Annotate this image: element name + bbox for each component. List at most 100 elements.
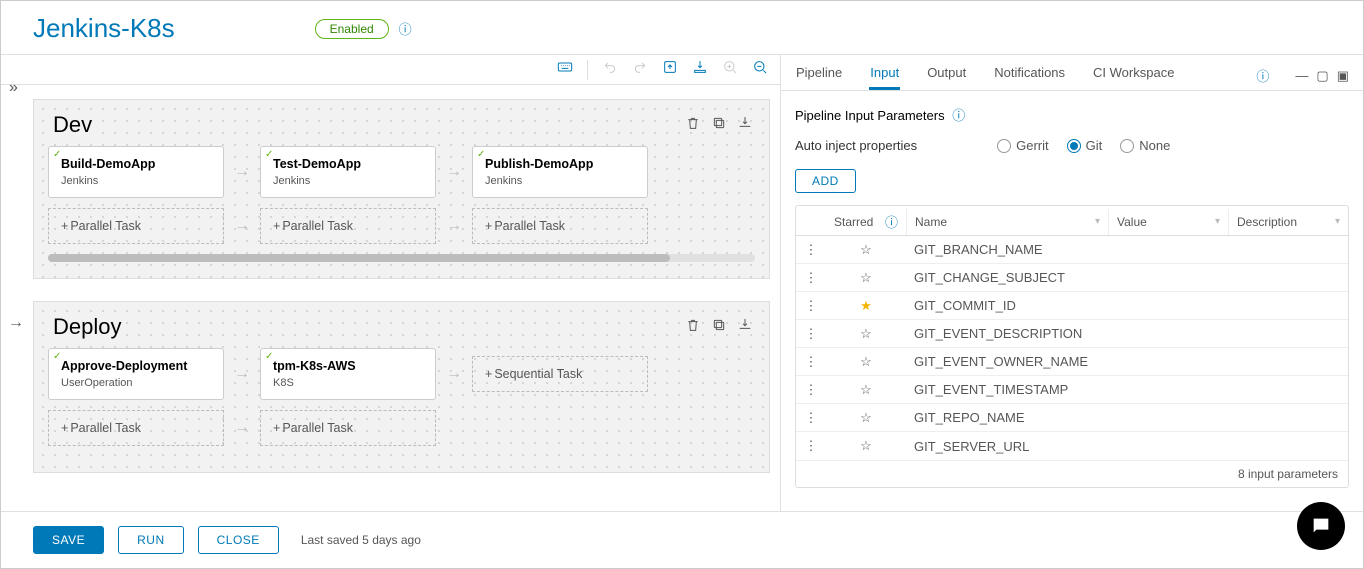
star-icon[interactable]: ★ bbox=[826, 294, 906, 318]
trash-icon[interactable] bbox=[685, 317, 701, 337]
parallel-task-placeholder[interactable]: +Parallel Task bbox=[472, 208, 648, 244]
table-row[interactable]: ⋮☆GIT_SERVER_URL bbox=[796, 432, 1348, 460]
collapse-sidebar-icon[interactable]: » bbox=[9, 79, 18, 97]
info-icon[interactable]: ⓘ bbox=[885, 212, 898, 231]
undo-icon[interactable] bbox=[602, 59, 618, 80]
cell-name: GIT_EVENT_DESCRIPTION bbox=[906, 322, 1108, 345]
tab-ci-workspace[interactable]: CI Workspace bbox=[1092, 61, 1175, 90]
cell-description bbox=[1228, 274, 1348, 282]
run-button[interactable]: RUN bbox=[118, 526, 184, 554]
cell-value bbox=[1108, 274, 1228, 282]
row-menu-icon[interactable]: ⋮ bbox=[796, 406, 826, 430]
column-starred[interactable]: Starred ⓘ bbox=[826, 206, 906, 237]
star-icon[interactable]: ☆ bbox=[826, 266, 906, 290]
tab-output[interactable]: Output bbox=[926, 61, 967, 90]
row-menu-icon[interactable]: ⋮ bbox=[796, 266, 826, 290]
close-button[interactable]: CLOSE bbox=[198, 526, 279, 554]
info-icon[interactable]: ⓘ bbox=[399, 19, 412, 38]
export-icon[interactable] bbox=[662, 59, 678, 80]
parallel-task-placeholder[interactable]: +Parallel Task bbox=[260, 208, 436, 244]
save-button[interactable]: SAVE bbox=[33, 526, 104, 554]
task-card[interactable]: ✓Approve-DeploymentUserOperation bbox=[48, 348, 224, 400]
parallel-task-placeholder[interactable]: +Parallel Task bbox=[48, 410, 224, 446]
row-menu-icon[interactable]: ⋮ bbox=[796, 294, 826, 318]
arrow-icon: → bbox=[442, 217, 466, 235]
trash-icon[interactable] bbox=[685, 115, 701, 135]
pipeline-canvas[interactable]: Dev✓Build-DemoAppJenkins→✓Test-DemoAppJe… bbox=[1, 85, 780, 511]
info-icon[interactable]: ⓘ bbox=[952, 108, 965, 123]
zoom-in-icon[interactable] bbox=[722, 59, 738, 80]
table-row[interactable]: ⋮☆GIT_EVENT_DESCRIPTION bbox=[796, 320, 1348, 348]
cell-value bbox=[1108, 330, 1228, 338]
table-row[interactable]: ⋮☆GIT_BRANCH_NAME bbox=[796, 236, 1348, 264]
star-icon[interactable]: ☆ bbox=[826, 238, 906, 262]
chat-bubble-icon[interactable] bbox=[1297, 502, 1345, 550]
star-icon[interactable]: ☆ bbox=[826, 378, 906, 402]
tab-notifications[interactable]: Notifications bbox=[993, 61, 1066, 90]
star-icon[interactable]: ☆ bbox=[826, 350, 906, 374]
redo-icon[interactable] bbox=[632, 59, 648, 80]
download-icon[interactable] bbox=[737, 317, 753, 337]
table-row[interactable]: ⋮☆GIT_CHANGE_SUBJECT bbox=[796, 264, 1348, 292]
star-icon[interactable]: ☆ bbox=[826, 434, 906, 458]
row-menu-icon[interactable]: ⋮ bbox=[796, 322, 826, 346]
parallel-task-placeholder[interactable]: +Parallel Task bbox=[260, 410, 436, 446]
task-name: tpm-K8s-AWS bbox=[273, 359, 423, 373]
minimize-icon[interactable]: — bbox=[1295, 68, 1308, 84]
status-badge: Enabled bbox=[315, 19, 389, 39]
tab-input[interactable]: Input bbox=[869, 61, 900, 90]
column-value[interactable]: Value▾ bbox=[1108, 209, 1228, 235]
star-icon[interactable]: ☆ bbox=[826, 406, 906, 430]
filter-icon[interactable]: ▾ bbox=[1335, 216, 1340, 227]
filter-icon[interactable]: ▾ bbox=[1095, 216, 1100, 227]
filter-icon[interactable]: ▾ bbox=[1215, 216, 1220, 227]
download-icon[interactable] bbox=[737, 115, 753, 135]
cell-name: GIT_SERVER_URL bbox=[906, 435, 1108, 458]
workspace-info-icon[interactable]: ⓘ bbox=[1256, 66, 1269, 85]
panel-window-controls: — ▢ ▣ bbox=[1295, 68, 1349, 84]
table-row[interactable]: ⋮☆GIT_REPO_NAME bbox=[796, 404, 1348, 432]
toolbar-separator bbox=[587, 60, 588, 80]
task-type: Jenkins bbox=[485, 175, 635, 187]
stage[interactable]: →Deploy✓Approve-DeploymentUserOperation→… bbox=[33, 301, 770, 473]
task-card[interactable]: ✓Publish-DemoAppJenkins bbox=[472, 146, 648, 198]
row-menu-icon[interactable]: ⋮ bbox=[796, 238, 826, 262]
zoom-out-icon[interactable] bbox=[752, 59, 768, 80]
cell-value bbox=[1108, 246, 1228, 254]
sequential-task-placeholder[interactable]: +Sequential Task bbox=[472, 356, 648, 392]
horizontal-scrollbar[interactable] bbox=[48, 254, 755, 262]
auto-inject-label: Auto inject properties bbox=[795, 138, 917, 153]
tab-pipeline[interactable]: Pipeline bbox=[795, 61, 843, 90]
maximize-icon[interactable]: ▣ bbox=[1337, 68, 1349, 84]
cell-name: GIT_EVENT_OWNER_NAME bbox=[906, 350, 1108, 373]
radio-none[interactable]: None bbox=[1120, 138, 1170, 153]
column-name[interactable]: Name▾ bbox=[906, 209, 1108, 235]
check-icon: ✓ bbox=[53, 351, 61, 362]
cell-description bbox=[1228, 246, 1348, 254]
import-icon[interactable] bbox=[692, 59, 708, 80]
task-name: Test-DemoApp bbox=[273, 157, 423, 171]
cell-description bbox=[1228, 358, 1348, 366]
task-card[interactable]: ✓tpm-K8s-AWSK8S bbox=[260, 348, 436, 400]
row-menu-icon[interactable]: ⋮ bbox=[796, 350, 826, 374]
parallel-task-placeholder[interactable]: +Parallel Task bbox=[48, 208, 224, 244]
task-card[interactable]: ✓Build-DemoAppJenkins bbox=[48, 146, 224, 198]
restore-icon[interactable]: ▢ bbox=[1316, 68, 1328, 84]
stage-title: Dev bbox=[50, 112, 95, 138]
table-row[interactable]: ⋮★GIT_COMMIT_ID bbox=[796, 292, 1348, 320]
table-row[interactable]: ⋮☆GIT_EVENT_TIMESTAMP bbox=[796, 376, 1348, 404]
column-description[interactable]: Description▾ bbox=[1228, 209, 1348, 235]
page-header: Jenkins-K8s Enabled ⓘ bbox=[1, 1, 1363, 55]
star-icon[interactable]: ☆ bbox=[826, 322, 906, 346]
copy-icon[interactable] bbox=[711, 115, 727, 135]
radio-git[interactable]: Git bbox=[1067, 138, 1103, 153]
table-row[interactable]: ⋮☆GIT_EVENT_OWNER_NAME bbox=[796, 348, 1348, 376]
keyboard-icon[interactable] bbox=[557, 59, 573, 80]
row-menu-icon[interactable]: ⋮ bbox=[796, 378, 826, 402]
stage[interactable]: Dev ✓Build-DemoAppJenkins → ✓Test-DemoAppJe… bbox=[33, 99, 770, 279]
radio-gerrit[interactable]: Gerrit bbox=[997, 138, 1049, 153]
task-card[interactable]: ✓Test-DemoAppJenkins bbox=[260, 146, 436, 198]
copy-icon[interactable] bbox=[711, 317, 727, 337]
row-menu-icon[interactable]: ⋮ bbox=[796, 434, 826, 458]
add-button[interactable]: ADD bbox=[795, 169, 856, 193]
